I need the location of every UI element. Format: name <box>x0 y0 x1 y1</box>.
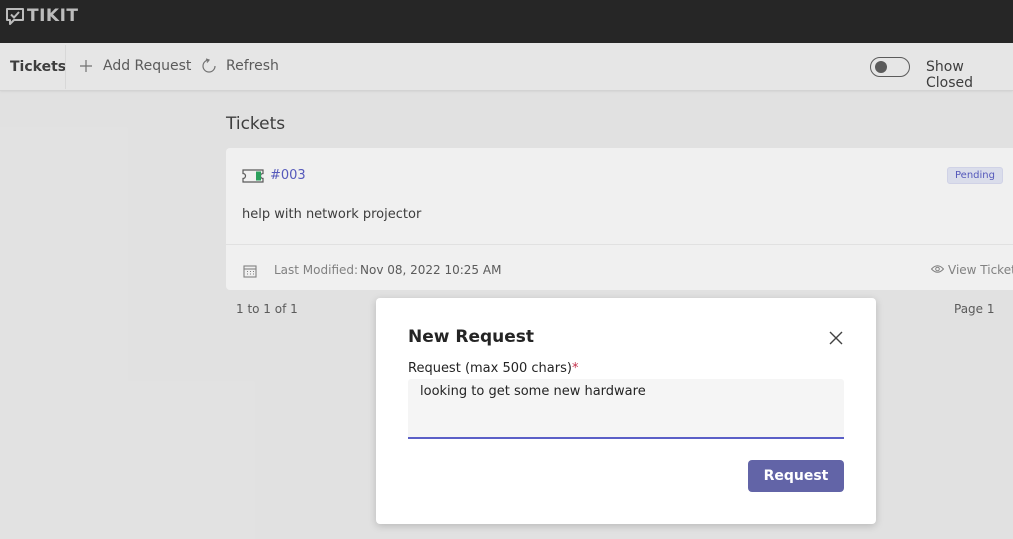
request-submit-button[interactable]: Request <box>748 460 844 492</box>
dialog-title: New Request <box>408 327 535 347</box>
required-marker: * <box>571 361 579 376</box>
new-request-dialog: New Request Request (max 500 chars)* loo… <box>376 298 876 524</box>
close-icon[interactable] <box>828 330 844 346</box>
request-field-label-text: Request (max 500 chars) <box>408 361 572 376</box>
request-field-label: Request (max 500 chars)* <box>408 361 578 376</box>
request-textarea[interactable]: looking to get some new hardware <box>408 379 844 439</box>
